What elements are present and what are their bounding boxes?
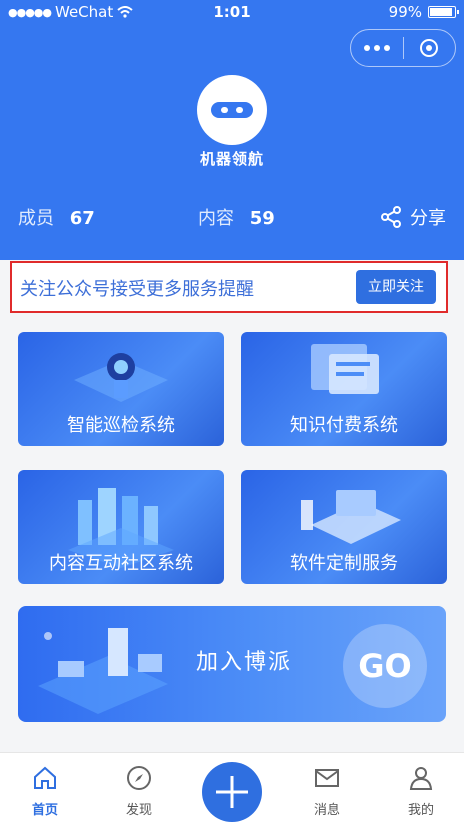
brand-name: 机器领航 xyxy=(199,150,264,168)
tab-label: 首页 xyxy=(31,803,58,818)
battery-percent: 99% xyxy=(388,3,422,21)
content-stat[interactable]: 内容 59 xyxy=(198,204,275,230)
card-knowledge-payment[interactable]: 知识付费系统 xyxy=(241,332,447,446)
compass-icon xyxy=(127,766,151,790)
go-button[interactable]: GO xyxy=(343,624,427,708)
tab-label: 消息 xyxy=(313,803,340,818)
home-icon xyxy=(34,766,56,789)
share-button[interactable]: 分享 xyxy=(380,204,446,230)
tab-home[interactable]: 首页 xyxy=(10,761,80,818)
follow-text: 关注公众号接受更多服务提醒 xyxy=(20,279,254,300)
tab-mine[interactable]: 我的 xyxy=(386,761,456,818)
more-button[interactable] xyxy=(351,45,403,51)
card-label: 软件定制服务 xyxy=(290,553,398,574)
content-value: 59 xyxy=(249,208,275,229)
tab-label: 我的 xyxy=(407,803,434,818)
content-label: 内容 xyxy=(198,208,234,229)
members-value: 67 xyxy=(69,208,95,229)
card-community-system[interactable]: 内容互动社区系统 xyxy=(18,470,224,584)
share-label: 分享 xyxy=(410,208,446,229)
close-button[interactable] xyxy=(403,39,455,57)
members-label: 成员 xyxy=(18,208,54,229)
stats-row: 成员 67 内容 59 分享 xyxy=(0,204,464,230)
robot-icon xyxy=(211,102,253,118)
user-icon xyxy=(409,767,433,790)
members-stat[interactable]: 成员 67 xyxy=(18,204,95,230)
network-illustration-icon xyxy=(38,628,168,714)
banner-title: 加入博派 xyxy=(196,650,293,675)
add-button[interactable] xyxy=(202,762,262,822)
tab-messages[interactable]: 消息 xyxy=(292,761,362,818)
card-label: 智能巡检系统 xyxy=(67,415,175,436)
header: ●●●●● WeChat 1:01 99% 机器领航 成员 67 内容 59 分… xyxy=(0,0,464,260)
robot-logo xyxy=(197,75,267,145)
tab-label: 发现 xyxy=(125,803,152,818)
mini-program-capsule xyxy=(350,29,456,67)
mail-icon xyxy=(315,769,339,787)
card-label: 内容互动社区系统 xyxy=(49,553,193,574)
plus-icon xyxy=(216,776,248,808)
card-inspection-system[interactable]: 智能巡检系统 xyxy=(18,332,224,446)
status-bar: ●●●●● WeChat 1:01 99% xyxy=(0,0,464,24)
join-banner[interactable]: 加入博派 GO xyxy=(18,606,446,722)
tab-discover[interactable]: 发现 xyxy=(104,761,174,818)
target-icon xyxy=(420,39,439,57)
battery-icon xyxy=(428,6,459,18)
follow-bar: 关注公众号接受更多服务提醒 立即关注 xyxy=(10,261,448,313)
share-icon xyxy=(381,206,401,228)
card-custom-software[interactable]: 软件定制服务 xyxy=(241,470,447,584)
follow-button[interactable]: 立即关注 xyxy=(356,270,436,304)
card-label: 知识付费系统 xyxy=(290,415,398,436)
